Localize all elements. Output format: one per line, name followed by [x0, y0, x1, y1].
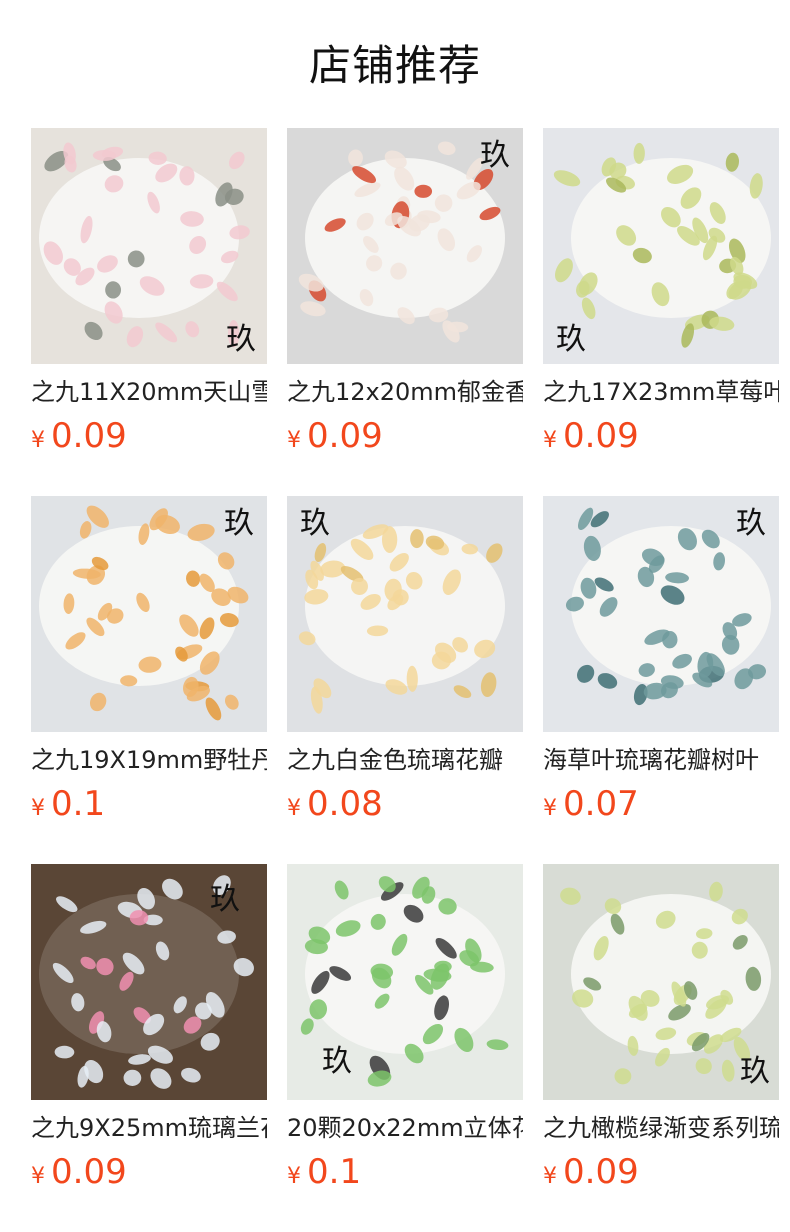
- product-name[interactable]: 之九橄榄绿渐变系列琉璃花瓣: [543, 1112, 779, 1144]
- page-title: 店铺推荐: [308, 41, 481, 90]
- product-image[interactable]: 玖: [287, 864, 523, 1100]
- product-image[interactable]: 玖: [287, 496, 523, 732]
- product-image[interactable]: 玖: [543, 864, 779, 1100]
- petal: [414, 184, 433, 198]
- product-name[interactable]: 之九17X23mm草莓叶琉璃花瓣: [543, 376, 779, 408]
- price-value: 0.1: [307, 1152, 362, 1192]
- product-image[interactable]: 玖: [31, 864, 267, 1100]
- product-name[interactable]: 海草叶琉璃花瓣树叶: [543, 744, 779, 776]
- product-name[interactable]: 之九11X20mm天山雪莲琉璃花瓣: [31, 376, 267, 408]
- product-price: ¥0.07: [543, 784, 639, 824]
- currency-symbol: ¥: [31, 428, 45, 453]
- product-name[interactable]: 之九12x20mm郁金香琉璃花瓣: [287, 376, 523, 408]
- shop-logo-icon: 玖: [210, 882, 240, 917]
- product-grid: 玖 之九11X20mm天山雪莲琉璃花瓣 ¥0.09 玖 之九12x20mm郁金香…: [31, 128, 779, 1232]
- currency-symbol: ¥: [31, 1164, 45, 1189]
- price-value: 0.07: [563, 784, 639, 824]
- currency-symbol: ¥: [287, 428, 301, 453]
- product-price: ¥0.1: [287, 1152, 361, 1192]
- product-card[interactable]: 玖 之九白金色琉璃花瓣 ¥0.08: [287, 496, 523, 864]
- product-card[interactable]: 玖 之九19X19mm野牡丹琉璃花瓣 ¥0.1: [31, 496, 267, 864]
- product-card[interactable]: 玖 之九12x20mm郁金香琉璃花瓣 ¥0.09: [287, 128, 523, 496]
- shop-logo-icon: 玖: [226, 322, 256, 357]
- currency-symbol: ¥: [543, 1164, 557, 1189]
- product-image[interactable]: 玖: [31, 496, 267, 732]
- plate: [571, 526, 771, 686]
- product-card[interactable]: 玖 海草叶琉璃花瓣树叶 ¥0.07: [543, 496, 779, 864]
- product-image[interactable]: 玖: [31, 128, 267, 364]
- shop-logo-icon: 玖: [224, 506, 254, 541]
- currency-symbol: ¥: [543, 428, 557, 453]
- product-card[interactable]: 玖 之九17X23mm草莓叶琉璃花瓣 ¥0.09: [543, 128, 779, 496]
- price-value: 0.1: [51, 784, 106, 824]
- product-card[interactable]: 玖 20颗20x22mm立体花瓣 ¥0.1: [287, 864, 523, 1232]
- shop-logo-icon: 玖: [740, 1054, 770, 1089]
- price-value: 0.09: [563, 1152, 639, 1192]
- shop-logo-icon: 玖: [300, 506, 330, 541]
- shop-logo-icon: 玖: [322, 1044, 352, 1079]
- currency-symbol: ¥: [287, 1164, 301, 1189]
- petal: [434, 960, 452, 973]
- price-value: 0.09: [563, 416, 639, 456]
- product-price: ¥0.09: [287, 416, 383, 456]
- product-name[interactable]: 之九白金色琉璃花瓣: [287, 744, 523, 776]
- product-price: ¥0.09: [31, 1152, 127, 1192]
- product-name[interactable]: 20颗20x22mm立体花瓣: [287, 1112, 523, 1144]
- product-image[interactable]: 玖: [543, 128, 779, 364]
- shop-logo-icon: 玖: [736, 506, 766, 541]
- product-name[interactable]: 之九19X19mm野牡丹琉璃花瓣: [31, 744, 267, 776]
- shop-logo-icon: 玖: [556, 322, 586, 357]
- plate: [39, 158, 239, 318]
- product-image[interactable]: 玖: [287, 128, 523, 364]
- price-value: 0.09: [51, 416, 127, 456]
- product-image[interactable]: 玖: [543, 496, 779, 732]
- currency-symbol: ¥: [287, 796, 301, 821]
- product-price: ¥0.09: [543, 416, 639, 456]
- product-price: ¥0.08: [287, 784, 383, 824]
- product-card[interactable]: 玖 之九11X20mm天山雪莲琉璃花瓣 ¥0.09: [31, 128, 267, 496]
- currency-symbol: ¥: [543, 796, 557, 821]
- price-value: 0.08: [307, 784, 383, 824]
- product-price: ¥0.1: [31, 784, 105, 824]
- price-value: 0.09: [307, 416, 383, 456]
- petal: [381, 526, 398, 553]
- currency-symbol: ¥: [31, 796, 45, 821]
- product-price: ¥0.09: [31, 416, 127, 456]
- shop-logo-icon: 玖: [480, 138, 510, 173]
- product-name[interactable]: 之九9X25mm琉璃兰花花瓣: [31, 1112, 267, 1144]
- product-card[interactable]: 玖 之九9X25mm琉璃兰花花瓣 ¥0.09: [31, 864, 267, 1232]
- product-card[interactable]: 玖 之九橄榄绿渐变系列琉璃花瓣 ¥0.09: [543, 864, 779, 1232]
- product-price: ¥0.09: [543, 1152, 639, 1192]
- price-value: 0.09: [51, 1152, 127, 1192]
